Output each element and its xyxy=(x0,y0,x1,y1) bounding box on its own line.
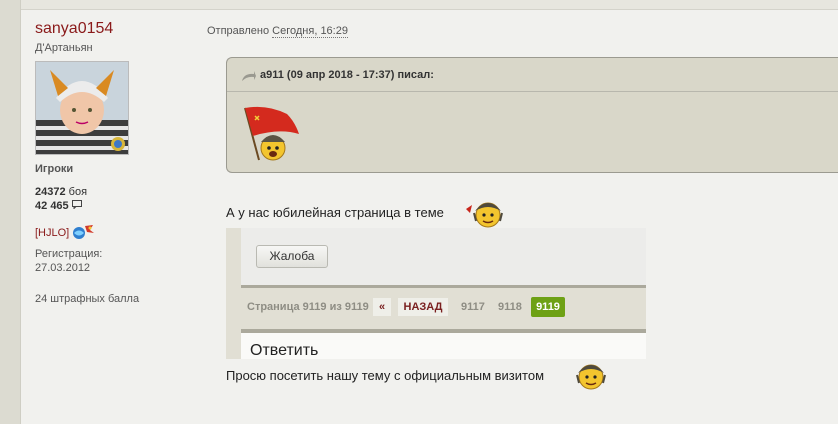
battles-count: 24372 xyxy=(35,186,66,198)
embedded-screenshot: Жалоба Страница 9119 из 9119 « НАЗАД 911… xyxy=(226,228,646,359)
embedded-toolbar: Жалоба xyxy=(241,228,646,285)
post-sent-info: Отправлено Сегодня, 16:29 xyxy=(207,25,348,38)
embedded-divider xyxy=(241,285,646,288)
soldier-smiley-icon xyxy=(571,356,609,397)
pager-first-button: « xyxy=(373,298,391,316)
clan-emblem-icon[interactable] xyxy=(71,224,95,245)
post-time-link[interactable]: Сегодня, 16:29 xyxy=(272,25,348,38)
registration-label: Регистрация: xyxy=(35,248,103,260)
sent-label: Отправлено xyxy=(207,25,270,37)
username-link[interactable]: sanya0154 xyxy=(35,20,113,38)
posts-count-b: 465 xyxy=(50,200,69,212)
reply-title: Ответить xyxy=(250,342,319,359)
pager-page-9118: 9118 xyxy=(498,301,522,313)
quote-block: a911 (09 апр 2018 - 17:37) писал: xyxy=(226,57,838,173)
quote-author: a911 (09 апр 2018 - 17:37) писал: xyxy=(260,69,434,81)
pager-page-text: Страница 9119 из 9119 xyxy=(247,301,369,313)
posts-count-a: 42 xyxy=(35,200,48,212)
battles-stat: 24372 боя xyxy=(35,186,87,198)
complaint-button: Жалоба xyxy=(256,245,328,268)
pager-page-9117: 9117 xyxy=(461,301,485,313)
penalty-points: 24 штрафных балла xyxy=(35,293,140,305)
registration-date: 27.03.2012 xyxy=(35,262,91,274)
user-group: Игроки xyxy=(35,163,74,175)
pager-back-button: НАЗАД xyxy=(398,298,448,316)
quote-header: a911 (09 апр 2018 - 17:37) писал: xyxy=(227,58,838,92)
speech-bubble-icon xyxy=(71,200,82,212)
avatar[interactable] xyxy=(35,61,129,155)
user-rank: Д'Артаньян xyxy=(35,42,93,54)
posts-stat: 42 465 xyxy=(35,200,82,212)
pager-current-page: 9119 xyxy=(531,297,565,317)
post-text-line-1: А у нас юбилейная страница в теме xyxy=(226,205,444,220)
post-text-line-2: Просю посетить нашу тему с официальным в… xyxy=(226,368,545,383)
quote-arrow-icon[interactable] xyxy=(241,69,256,87)
top-strip xyxy=(0,0,838,10)
left-border xyxy=(0,0,21,424)
clan-link[interactable]: [HJLO] xyxy=(35,227,69,239)
flag-smiley-icon xyxy=(237,104,301,169)
battles-label: боя xyxy=(68,186,88,198)
